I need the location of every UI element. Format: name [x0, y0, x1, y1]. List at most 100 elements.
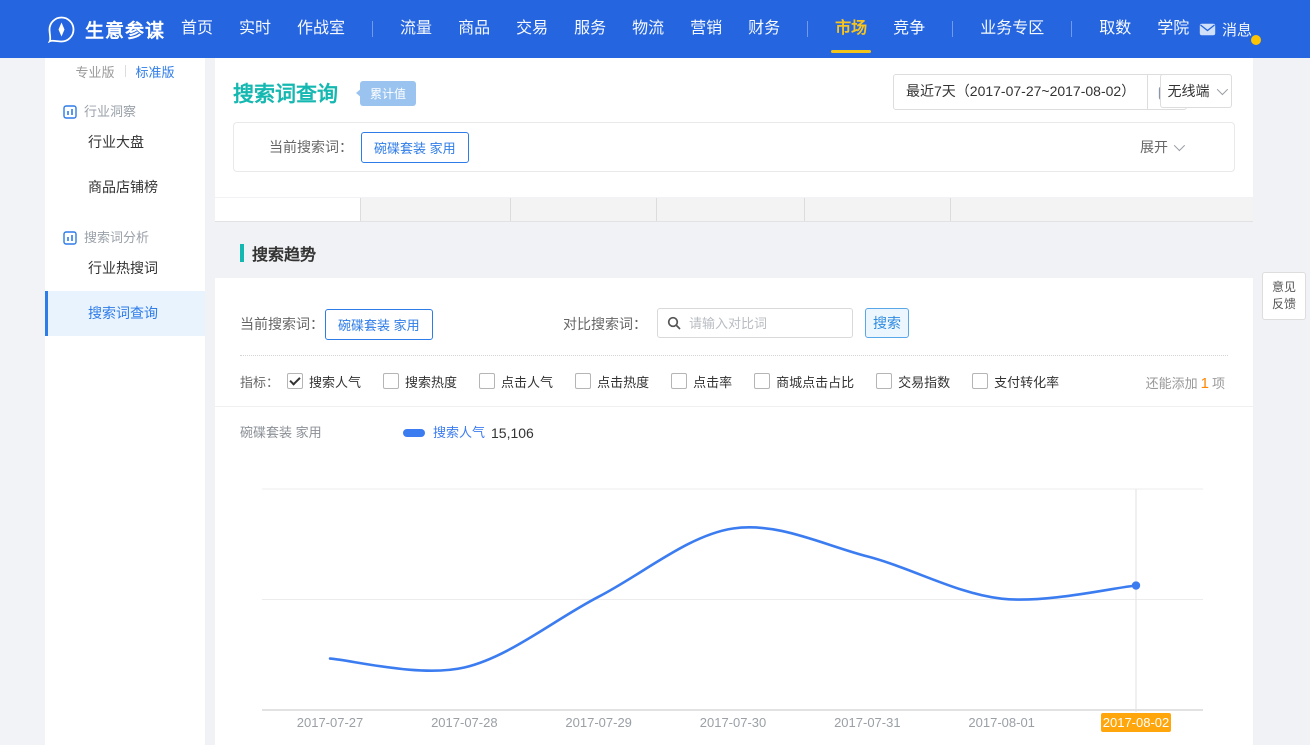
- checkbox-icon[interactable]: [754, 373, 770, 389]
- page-header-card: 搜索词查询 累计值 最近7天（2017-07-27~2017-08-02） 15…: [215, 58, 1253, 197]
- table-tab-cell[interactable]: [510, 198, 656, 221]
- metric-checkbox-click-rate[interactable]: 点击率: [671, 372, 732, 391]
- metric-checkbox-click-popularity[interactable]: 点击人气: [479, 372, 553, 391]
- trend-current-label: 当前搜索词：: [240, 308, 324, 340]
- sidebar-group-search-term-analysis: 搜索词分析: [45, 210, 205, 246]
- checkbox-icon[interactable]: [575, 373, 591, 389]
- nav-item-data-fetch[interactable]: 取数: [1099, 0, 1131, 58]
- checkbox-icon[interactable]: [876, 373, 892, 389]
- chart-legend: 碗碟套装 家用 搜索人气 15,106: [215, 421, 1253, 445]
- sidebar-groups: 行业洞察行业大盘商品店铺榜搜索词分析行业热搜词搜索词查询: [45, 84, 205, 336]
- nav-item-academy[interactable]: 学院: [1157, 0, 1189, 58]
- add-more-count: 1: [1201, 375, 1209, 392]
- table-tab-cell[interactable]: [950, 198, 1253, 221]
- nav-item-logistics[interactable]: 物流: [632, 0, 664, 58]
- current-term-box: 当前搜索词： 碗碟套装 家用 展开: [233, 122, 1235, 172]
- current-term-label: 当前搜索词：: [269, 137, 353, 157]
- sidebar-item-search-term-query[interactable]: 搜索词查询: [45, 291, 205, 336]
- chevron-down-icon: [1216, 84, 1227, 95]
- trend-controls-row: 当前搜索词： 碗碟套装 家用 对比搜索词： 搜索: [215, 308, 1253, 340]
- metric-label: 交易指数: [898, 372, 950, 391]
- sidebar-item-industry-hot-words[interactable]: 行业热搜词: [45, 246, 205, 291]
- version-tab-pro[interactable]: 专业版: [75, 62, 114, 81]
- terminal-select[interactable]: 无线端: [1160, 74, 1232, 108]
- legend-term: 碗碟套装 家用: [240, 421, 322, 445]
- x-axis-label: 2017-07-28: [431, 715, 498, 730]
- nav-divider: [807, 21, 808, 37]
- trend-current-term-tag[interactable]: 碗碟套装 家用: [325, 309, 433, 340]
- nav-item-marketing[interactable]: 营销: [690, 0, 722, 58]
- trend-section-title: 搜索趋势: [240, 241, 316, 265]
- terminal-label: 无线端: [1168, 81, 1210, 101]
- nav-item-service[interactable]: 服务: [574, 0, 606, 58]
- series-line-搜索人气: [330, 527, 1136, 670]
- nav-divider: [952, 21, 953, 37]
- nav-item-finance[interactable]: 财务: [748, 0, 780, 58]
- nav-item-competition[interactable]: 竞争: [893, 0, 925, 58]
- checkbox-icon[interactable]: [972, 373, 988, 389]
- current-term-tag[interactable]: 碗碟套装 家用: [361, 132, 469, 163]
- checkbox-icon[interactable]: [671, 373, 687, 389]
- sidebar: 专业版 标准版 行业洞察行业大盘商品店铺榜搜索词分析行业热搜词搜索词查询: [45, 58, 205, 745]
- x-axis-label: 2017-07-29: [565, 715, 632, 730]
- date-range-picker[interactable]: 最近7天（2017-07-27~2017-08-02） 15: [893, 74, 1187, 110]
- version-tab-standard[interactable]: 标准版: [136, 62, 175, 81]
- nav-item-market[interactable]: 市场: [835, 0, 867, 58]
- nav-item-war-room[interactable]: 作战室: [297, 0, 345, 58]
- table-tab-cell[interactable]: [804, 198, 950, 221]
- brand-name: 生意参谋: [85, 16, 165, 43]
- nav-item-realtime[interactable]: 实时: [239, 0, 271, 58]
- nav-item-trade[interactable]: 交易: [516, 0, 548, 58]
- metric-checkbox-mall-click-share[interactable]: 商城点击占比: [754, 372, 854, 391]
- legend-line-icon: [403, 429, 425, 437]
- sidebar-item-product-shop-rank[interactable]: 商品店铺榜: [45, 165, 205, 210]
- top-navbar: 生意参谋 首页实时作战室 流量商品交易服务物流营销财务市场竞争业务专区取数学院 消…: [0, 0, 1310, 58]
- search-button[interactable]: 搜索: [865, 308, 909, 338]
- feedback-button[interactable]: 意见 反馈: [1262, 272, 1306, 320]
- nav-item-traffic[interactable]: 流量: [400, 0, 432, 58]
- table-tab-strip: [215, 198, 1253, 222]
- table-tab-cell[interactable]: [215, 198, 360, 221]
- metric-label: 点击热度: [597, 372, 649, 391]
- nav-message[interactable]: 消息: [1199, 0, 1252, 58]
- metrics-label: 指标：: [240, 372, 279, 391]
- metric-label: 支付转化率: [994, 372, 1059, 391]
- metric-label: 搜索人气: [309, 372, 361, 391]
- checkbox-icon[interactable]: [383, 373, 399, 389]
- expand-toggle[interactable]: 展开: [1140, 137, 1182, 157]
- trend-chart[interactable]: 2017-07-27 2017-07-28 2017-07-29 2017-07-30…: [240, 480, 1220, 742]
- message-dot-badge: [1251, 35, 1261, 45]
- metric-checkbox-search-popularity[interactable]: 搜索人气: [287, 372, 361, 391]
- cumulative-value-tag: 累计值: [360, 81, 416, 106]
- nav-item-goods[interactable]: 商品: [458, 0, 490, 58]
- table-tab-cell[interactable]: [656, 198, 804, 221]
- add-more-hint: 还能添加1项: [1146, 373, 1225, 392]
- date-range-text: 最近7天（2017-07-27~2017-08-02）: [894, 75, 1147, 109]
- chart-icon: [63, 231, 77, 245]
- checkbox-icon[interactable]: [479, 373, 495, 389]
- sidebar-group-label: 行业洞察: [84, 101, 136, 120]
- expand-label: 展开: [1140, 137, 1168, 157]
- feedback-line2: 反馈: [1272, 296, 1296, 313]
- checkbox-checked-icon[interactable]: [287, 373, 303, 389]
- compare-input[interactable]: [687, 315, 852, 332]
- x-axis-label: 2017-07-30: [700, 715, 767, 730]
- last-point-dot: [1132, 581, 1140, 589]
- divider: [215, 406, 1253, 407]
- x-axis-label: 2017-07-27: [297, 715, 364, 730]
- sidebar-item-industry-dashboard[interactable]: 行业大盘: [45, 120, 205, 165]
- metric-checkbox-trade-index[interactable]: 交易指数: [876, 372, 950, 391]
- metric-checkbox-pay-conversion[interactable]: 支付转化率: [972, 372, 1059, 391]
- add-more-prefix: 还能添加: [1146, 376, 1198, 391]
- metric-checkbox-search-heat[interactable]: 搜索热度: [383, 372, 457, 391]
- metric-checkbox-click-heat[interactable]: 点击热度: [575, 372, 649, 391]
- search-icon: [667, 316, 681, 330]
- sidebar-group-industry-insight: 行业洞察: [45, 84, 205, 120]
- nav-item-home[interactable]: 首页: [181, 0, 213, 58]
- section-marker: [240, 244, 244, 262]
- compare-label: 对比搜索词：: [563, 308, 647, 340]
- compass-logo-icon: [48, 16, 75, 43]
- brand[interactable]: 生意参谋: [48, 0, 165, 58]
- nav-item-business-zone[interactable]: 业务专区: [980, 0, 1044, 58]
- table-tab-cell[interactable]: [360, 198, 510, 221]
